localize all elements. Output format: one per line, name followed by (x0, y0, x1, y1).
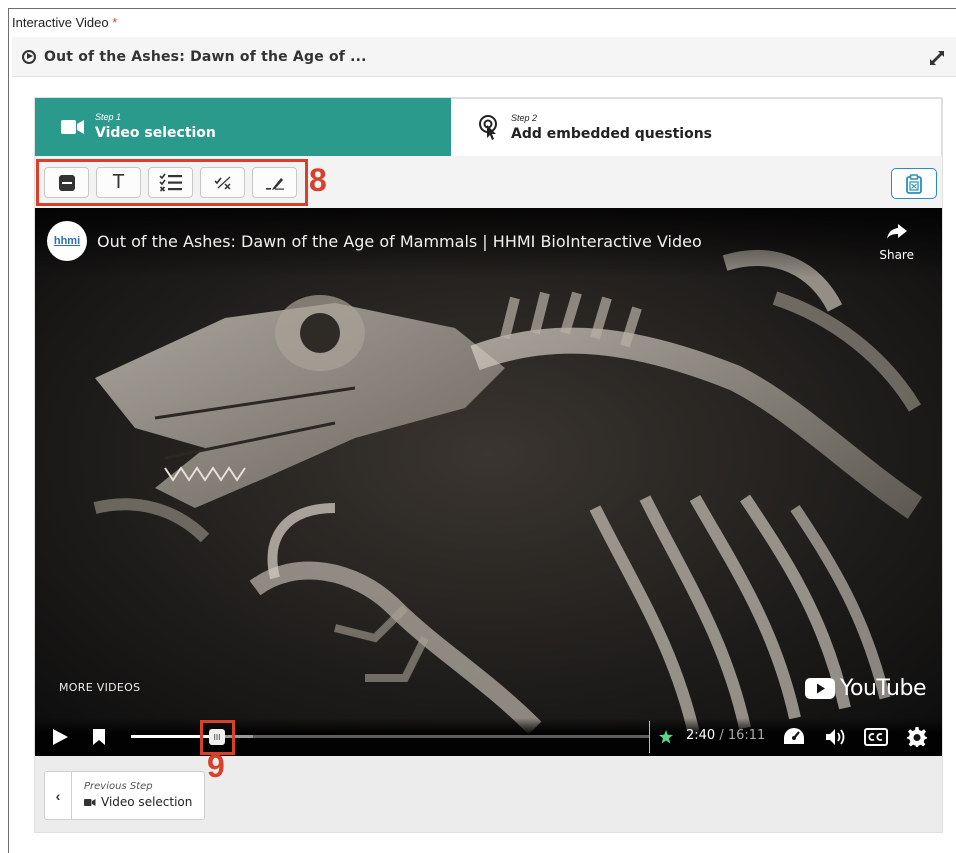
step-footer: ‹ Previous Step Video selection (35, 756, 942, 832)
star-marker[interactable] (659, 730, 673, 744)
chevron-left-icon: ‹ (45, 772, 72, 819)
step-name: Add embedded questions (511, 125, 713, 142)
tab-add-embedded-questions[interactable]: Step 2 Add embedded questions (451, 98, 942, 156)
share-arrow-icon (886, 224, 907, 239)
interactive-video-editor: Step 1 Video selection Step 2 Add embedd… (34, 97, 943, 833)
video-title: Out of the Ashes: Dawn of the Age of ... (44, 48, 367, 65)
video-player[interactable]: hhmi Out of the Ashes: Dawn of the Age o… (35, 208, 942, 756)
speedometer-icon (784, 728, 804, 744)
time-display: 2:40 / 16:11 (686, 728, 765, 743)
callout-number-9: 9 (207, 748, 225, 784)
callout-number-8: 8 (309, 162, 327, 198)
playback-speed-button[interactable] (783, 727, 805, 747)
fullscreen-expand-icon[interactable] (928, 49, 946, 67)
player-controls: 2:40 / 16:11 (35, 718, 942, 756)
captions-button[interactable] (864, 728, 888, 746)
previous-step-button[interactable]: ‹ Previous Step Video selection (44, 771, 205, 820)
play-icon (53, 729, 68, 745)
bookmark-icon (93, 729, 105, 745)
youtube-wordmark: YouTube (840, 676, 926, 701)
volume-icon (826, 729, 845, 745)
play-circle-icon (22, 49, 36, 64)
field-label: Interactive Video * (12, 15, 118, 30)
video-frame-fossil-skeleton (35, 208, 942, 756)
youtube-logo[interactable]: YouTube (805, 676, 926, 701)
step-number: Step 2 (511, 112, 538, 123)
channel-logo[interactable]: hhmi (47, 221, 87, 261)
previous-step-name: Video selection (101, 795, 193, 809)
closed-captions-icon (864, 728, 888, 746)
duration: 16:11 (727, 728, 766, 743)
video-camera-icon (61, 120, 84, 134)
time-separator: / (715, 728, 728, 743)
touch-hand-icon (479, 114, 497, 140)
current-time: 2:40 (686, 728, 716, 743)
youtube-video-title[interactable]: Out of the Ashes: Dawn of the Age of Mam… (97, 232, 702, 251)
step-number: Step 1 (95, 112, 122, 122)
more-videos-button[interactable]: MORE VIDEOS (59, 681, 140, 694)
star-icon (659, 730, 673, 744)
youtube-play-icon (805, 678, 836, 699)
toolbar-highlight-box (36, 159, 308, 206)
gear-icon (907, 727, 927, 747)
share-button[interactable]: Share (879, 224, 914, 262)
required-mark: * (112, 15, 118, 30)
share-label: Share (879, 248, 914, 262)
step-tabs: Step 1 Video selection Step 2 Add embedd… (35, 98, 942, 156)
video-title-bar[interactable]: Out of the Ashes: Dawn of the Age of ... (12, 37, 956, 77)
seek-end-divider (649, 721, 650, 753)
paste-clipboard-button[interactable] (891, 168, 937, 199)
play-button[interactable] (51, 728, 69, 746)
tab-video-selection[interactable]: Step 1 Video selection (35, 98, 451, 156)
clipboard-icon (906, 173, 922, 194)
settings-button[interactable] (907, 727, 927, 747)
interaction-toolbar: T 8 (35, 156, 942, 208)
bookmark-button[interactable] (92, 728, 106, 746)
step-name: Video selection (95, 125, 216, 141)
previous-step-label: Previous Step (84, 781, 153, 792)
video-camera-icon (84, 798, 96, 806)
volume-button[interactable] (825, 728, 847, 746)
